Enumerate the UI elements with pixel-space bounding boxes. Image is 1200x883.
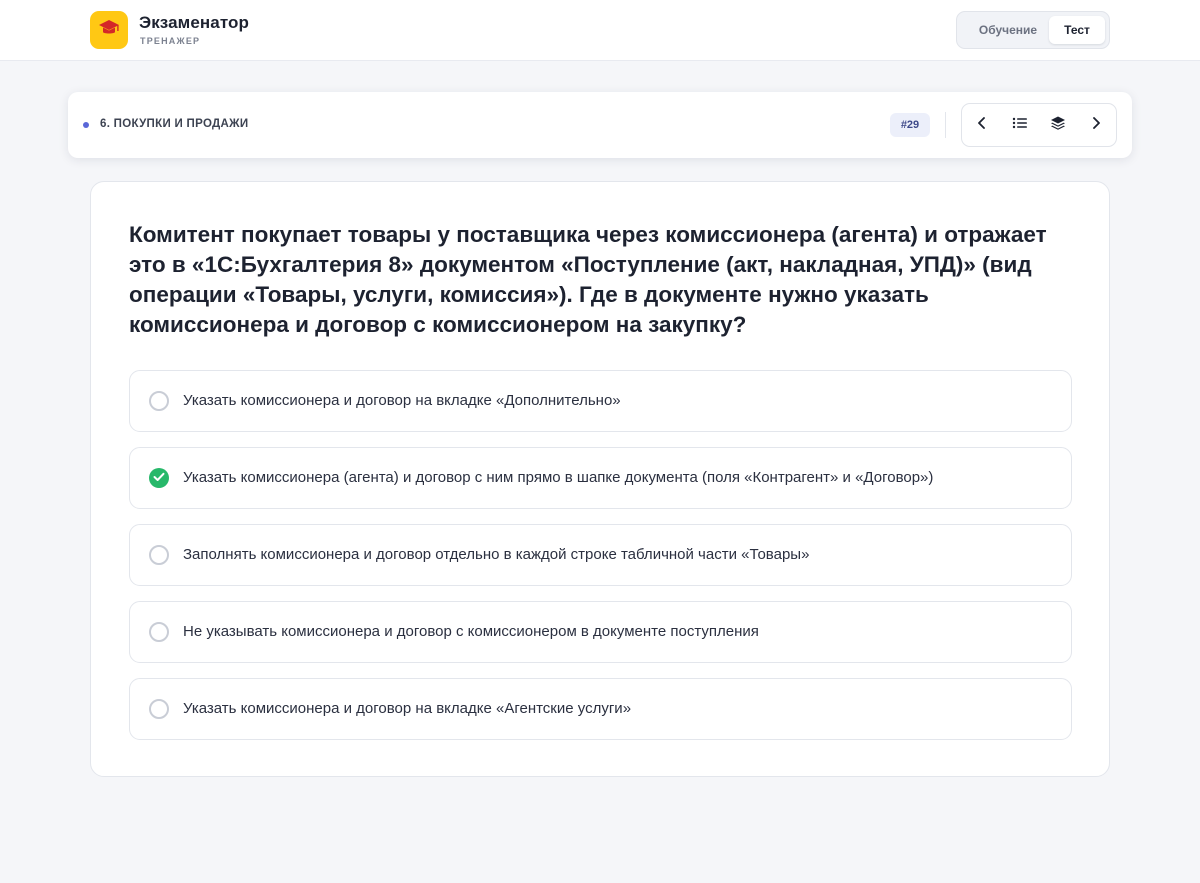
category-label: 6. ПОКУПКИ И ПРОДАЖИ [100,118,249,130]
question-toolbar: 6. ПОКУПКИ И ПРОДАЖИ #29 [68,92,1132,158]
answer-text: Не указывать комиссионера и договор с ко… [183,623,759,640]
answer-option-1[interactable]: Указать комиссионера и договор на вкладк… [129,370,1072,432]
layers-icon [1050,115,1066,136]
chevron-left-icon [975,116,989,135]
answer-text: Указать комиссионера и договор на вкладк… [183,700,632,717]
question-list-button[interactable] [1004,110,1036,140]
answer-option-4[interactable]: Не указывать комиссионера и договор с ко… [129,601,1072,663]
app-logo[interactable] [90,11,128,49]
answer-text: Указать комиссионера и договор на вкладк… [183,392,621,409]
app-subtitle: ТРЕНАЖЕР [140,36,201,46]
question-navigation [961,103,1117,147]
radio-button-checked[interactable] [149,468,169,488]
app-title: Экзаменатор [139,13,250,32]
question-text: Комитент покупает товары у поставщика че… [129,222,1047,337]
radio-button[interactable] [149,391,169,411]
answer-option-5[interactable]: Указать комиссионера и договор на вкладк… [129,678,1072,740]
layers-button[interactable] [1042,110,1074,140]
radio-button[interactable] [149,545,169,565]
toolbar-divider [945,112,946,138]
list-icon [1012,116,1028,135]
question-number-badge: #29 [890,113,930,137]
next-question-button[interactable] [1080,110,1112,140]
mode-test-button[interactable]: Тест [1049,16,1105,44]
chevron-right-icon [1089,116,1103,135]
radio-button[interactable] [149,699,169,719]
mode-learn-button[interactable]: Обучение [967,16,1049,44]
mode-switch: Обучение Тест [956,11,1110,49]
category-dot [83,122,89,128]
top-bar: Экзаменатор ТРЕНАЖЕР Обучение Тест [0,0,1200,61]
question-card: Комитент покупает товары у поставщика че… [90,181,1110,777]
graduation-cap-icon [98,18,120,43]
answer-text: Указать комиссионера (агента) и договор … [183,469,934,486]
checkmark-icon [153,469,165,487]
radio-button[interactable] [149,622,169,642]
previous-question-button[interactable] [966,110,998,140]
answer-text: Заполнять комиссионера и договор отдельн… [183,546,810,563]
answer-option-2[interactable]: Указать комиссионера (агента) и договор … [129,447,1072,509]
answer-option-3[interactable]: Заполнять комиссионера и договор отдельн… [129,524,1072,586]
